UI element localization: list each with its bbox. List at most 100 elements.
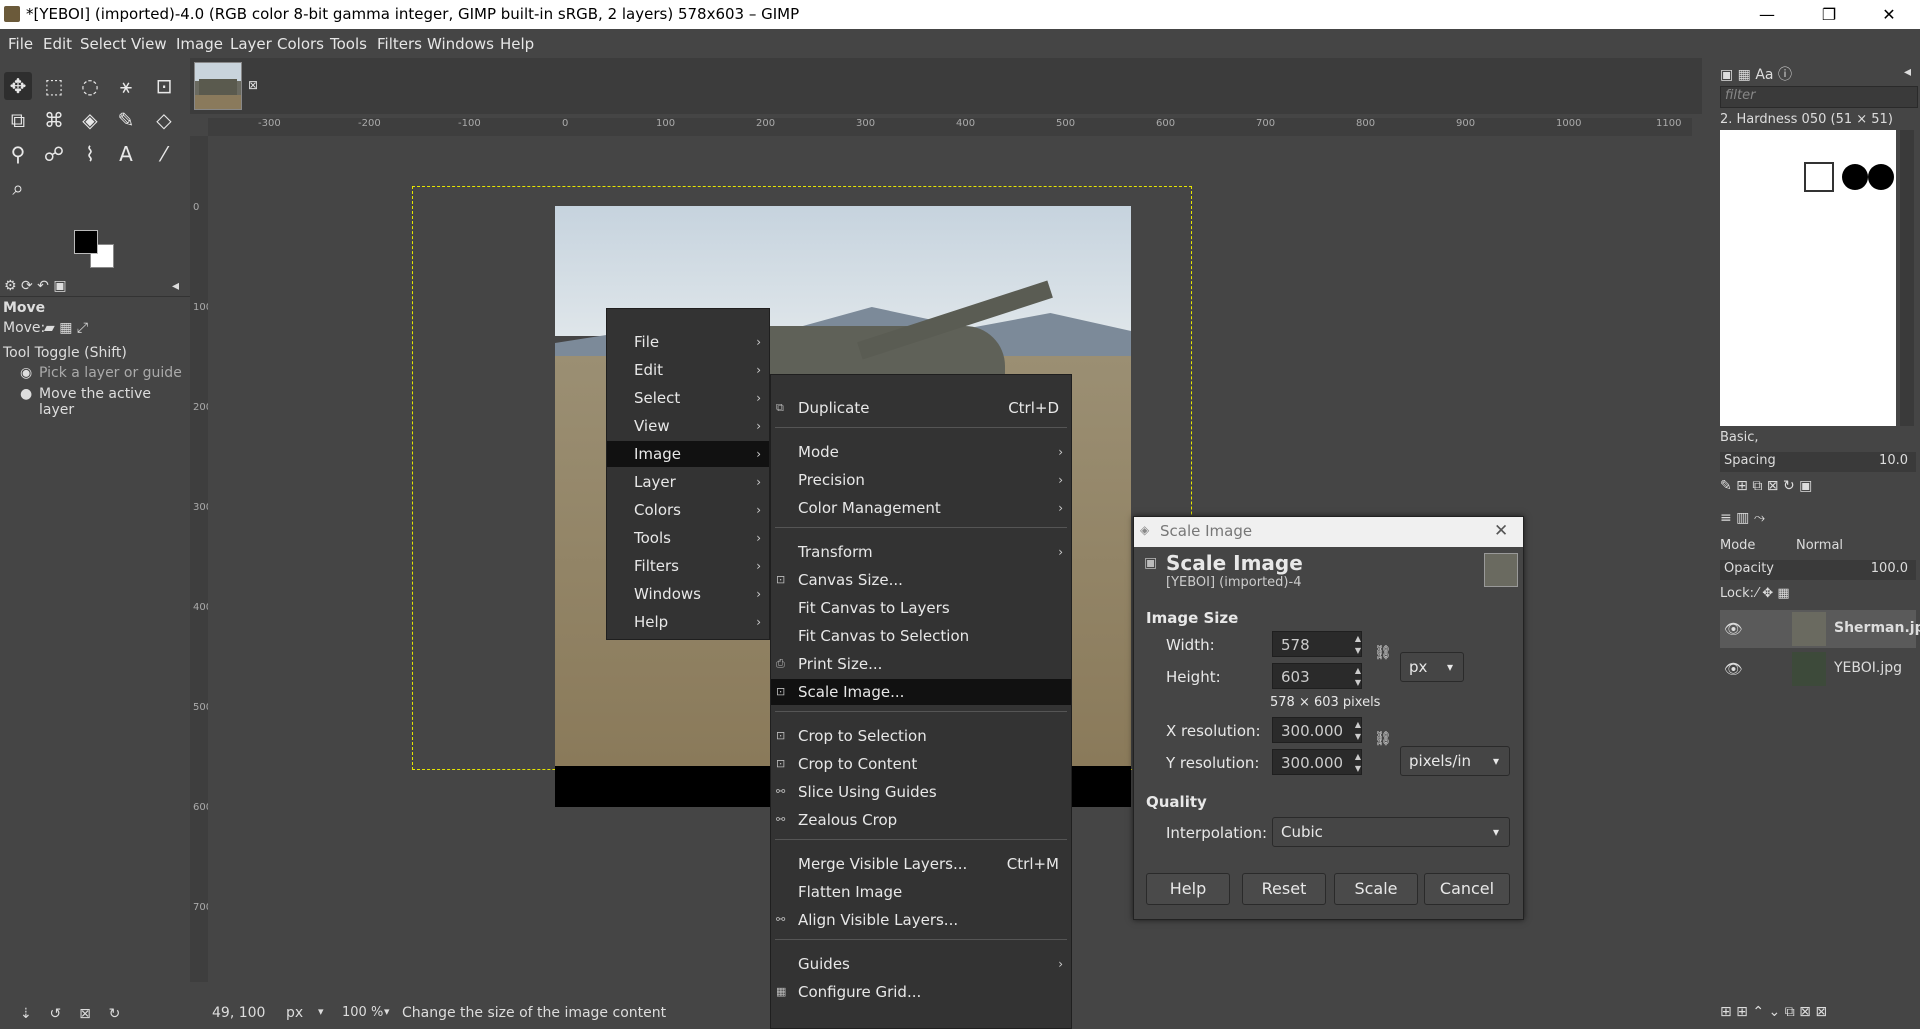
chain-link-icon[interactable]: ⛓: [1374, 645, 1392, 661]
y-resolution-input[interactable]: 300.000: [1272, 749, 1362, 775]
unit-selector[interactable]: px: [286, 1005, 303, 1021]
lock-icons[interactable]: ⁄ ✥ ▦: [1756, 586, 1836, 601]
bucket-fill-icon[interactable]: ◈: [76, 106, 104, 134]
y-resolution-spin-arrows[interactable]: ▲ ▼: [1352, 751, 1364, 775]
menu-configure-grid[interactable]: ▦ Configure Grid...: [771, 979, 1071, 1005]
close-tab-icon[interactable]: ⊠: [248, 78, 258, 92]
menu-mode[interactable]: Mode ›: [771, 439, 1071, 465]
foreground-color-swatch-top[interactable]: [74, 230, 98, 254]
layers-tabs-icons[interactable]: ≡ ▥ ⤳: [1720, 510, 1916, 526]
brush-grid[interactable]: [1720, 130, 1896, 426]
menu-precision[interactable]: Precision ›: [771, 467, 1071, 493]
unit-chevron-icon[interactable]: ▾: [318, 1005, 324, 1018]
minimize-button[interactable]: —: [1744, 0, 1790, 29]
brush-scrollbar[interactable]: [1900, 130, 1914, 426]
move-active-radio[interactable]: ●: [20, 386, 32, 402]
menu-help[interactable]: Help: [500, 35, 534, 53]
menu-tools[interactable]: Tools: [330, 35, 367, 53]
panel-menu-icon[interactable]: ◂: [172, 278, 179, 294]
context-menu-windows[interactable]: Windows ›: [607, 581, 769, 607]
menu-image[interactable]: Image: [176, 35, 223, 53]
tool-options-tab-icon[interactable]: ⚙ ⟳ ↶ ▣: [4, 278, 67, 294]
smudge-icon[interactable]: ☍: [40, 140, 68, 168]
image-tab-thumbnail[interactable]: [194, 62, 242, 110]
menu-merge-visible[interactable]: Merge Visible Layers... Ctrl+M: [771, 851, 1071, 877]
brush-action-icons[interactable]: ✎ ⊞ ⧉ ⊠ ↻ ▣: [1720, 478, 1916, 494]
menu-edit[interactable]: Edit: [43, 35, 72, 53]
transform-icon[interactable]: ⧉: [4, 106, 32, 134]
menu-view[interactable]: View: [131, 35, 167, 53]
menu-print-size[interactable]: ⎙ Print Size...: [771, 651, 1071, 677]
context-menu-edit[interactable]: Edit ›: [607, 357, 769, 383]
lasso-icon[interactable]: ◌: [76, 72, 104, 100]
context-menu-colors[interactable]: Colors ›: [607, 497, 769, 523]
layer-row-sherman[interactable]: 👁 Sherman.jpg: [1720, 610, 1920, 648]
toolbox-bottom-icons[interactable]: ⇣ ↺ ⊠ ↻: [20, 1006, 120, 1022]
height-spin-arrows[interactable]: ▲ ▼: [1352, 665, 1364, 689]
menu-windows[interactable]: Windows: [427, 35, 494, 53]
maximize-button[interactable]: ❐: [1806, 0, 1852, 29]
menu-crop-content[interactable]: ⊡ Crop to Content: [771, 751, 1071, 777]
context-menu-tools[interactable]: Tools ›: [607, 525, 769, 551]
zoom-selector[interactable]: 100 %: [342, 1005, 383, 1020]
menu-zealous-crop[interactable]: ⚯ Zealous Crop: [771, 807, 1071, 833]
x-resolution-spin-arrows[interactable]: ▲ ▼: [1352, 719, 1364, 743]
menu-crop-selection[interactable]: ⊡ Crop to Selection: [771, 723, 1071, 749]
pick-layer-radio[interactable]: ◉: [20, 365, 32, 381]
resolution-unit-select[interactable]: pixels/in ▾: [1400, 746, 1510, 776]
brush-filter-input[interactable]: filter: [1720, 86, 1918, 108]
move-mode-icons[interactable]: ▰ ▦ ⤢: [44, 320, 88, 336]
eraser-icon[interactable]: ◇: [150, 106, 178, 134]
clone-icon[interactable]: ⚲: [4, 140, 32, 168]
context-menu-layer[interactable]: Layer ›: [607, 469, 769, 495]
width-spin-arrows[interactable]: ▲ ▼: [1352, 633, 1364, 657]
width-input[interactable]: 578: [1272, 631, 1362, 657]
color-picker-icon[interactable]: ⁄: [150, 140, 178, 168]
menu-guides[interactable]: Guides ›: [771, 951, 1071, 977]
close-window-button[interactable]: ✕: [1866, 0, 1912, 29]
menu-file[interactable]: File: [8, 35, 33, 53]
menu-duplicate[interactable]: ⧉ Duplicate Ctrl+D: [771, 395, 1071, 421]
paths-icon[interactable]: ⌇: [76, 140, 104, 168]
visibility-eye-icon[interactable]: 👁: [1724, 660, 1743, 678]
size-unit-select[interactable]: px ▾: [1400, 652, 1464, 682]
layer-action-icons[interactable]: ⊞ ⊞ ⌃ ⌄ ⧉ ⊠ ⊠: [1720, 1004, 1916, 1020]
reset-button[interactable]: Reset: [1242, 873, 1326, 905]
context-menu-file[interactable]: File ›: [607, 329, 769, 355]
dock-menu-icon[interactable]: ◂: [1904, 64, 1916, 80]
menu-align-visible[interactable]: ⚯ Align Visible Layers...: [771, 907, 1071, 933]
menu-color-management[interactable]: Color Management ›: [771, 495, 1071, 521]
context-menu-image[interactable]: Image ›: [607, 441, 769, 467]
crop-icon[interactable]: ⊡: [150, 72, 178, 100]
cancel-button[interactable]: Cancel: [1424, 873, 1510, 905]
warp-icon[interactable]: ⌘: [40, 106, 68, 134]
spacing-slider[interactable]: Spacing 10.0: [1720, 452, 1916, 472]
context-menu-help[interactable]: Help ›: [607, 609, 769, 635]
rect-select-icon[interactable]: ⬚: [40, 72, 68, 100]
opacity-slider[interactable]: Opacity 100.0: [1720, 560, 1916, 580]
context-menu-select[interactable]: Select ›: [607, 385, 769, 411]
interpolation-select[interactable]: Cubic ▾: [1272, 817, 1510, 847]
menu-transform[interactable]: Transform ›: [771, 539, 1071, 565]
menu-layer[interactable]: Layer: [230, 35, 272, 53]
menu-fit-canvas-selection[interactable]: Fit Canvas to Selection: [771, 623, 1071, 649]
scale-button[interactable]: Scale: [1334, 873, 1418, 905]
zoom-icon[interactable]: ⌕: [4, 174, 32, 202]
menu-fit-canvas-layers[interactable]: Fit Canvas to Layers: [771, 595, 1071, 621]
zoom-chevron-icon[interactable]: ▾: [384, 1005, 390, 1018]
menu-canvas-size[interactable]: ⊡ Canvas Size...: [771, 567, 1071, 593]
x-resolution-input[interactable]: 300.000: [1272, 717, 1362, 743]
text-tool-icon[interactable]: A: [112, 140, 140, 168]
help-button[interactable]: Help: [1146, 873, 1230, 905]
height-input[interactable]: 603: [1272, 663, 1362, 689]
move-tool-icon[interactable]: ✥: [4, 72, 32, 100]
menu-colors[interactable]: Colors: [277, 35, 324, 53]
layer-row-yeboi[interactable]: 👁 YEBOI.jpg: [1720, 650, 1916, 688]
resolution-chain-icon[interactable]: ⛓: [1374, 731, 1392, 747]
context-menu-view[interactable]: View ›: [607, 413, 769, 439]
menu-scale-image[interactable]: ⊡ Scale Image...: [771, 679, 1071, 705]
paintbrush-icon[interactable]: ✎: [112, 106, 140, 134]
fuzzy-select-icon[interactable]: ⚹: [112, 72, 140, 100]
dialog-close-icon[interactable]: ✕: [1494, 521, 1508, 541]
brush-tabs-icons[interactable]: ▣ ▦ Aa ⓘ: [1720, 64, 1916, 84]
